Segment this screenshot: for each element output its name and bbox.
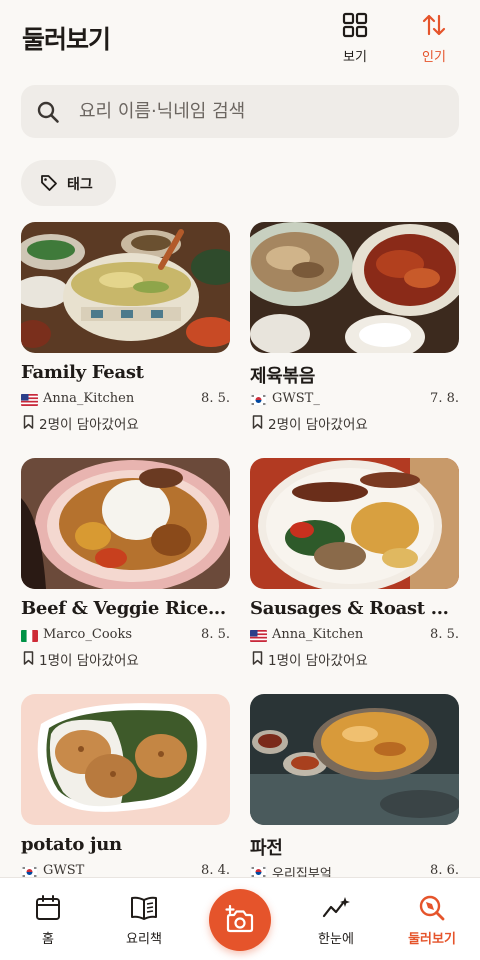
recipe-date: 8. 6.	[430, 863, 459, 878]
recipe-meta: Anna_Kitchen 8. 5.	[21, 391, 230, 409]
recipe-meta: GWST_ 7. 8.	[250, 391, 459, 409]
recipe-title: Sausages & Roast ...	[250, 598, 449, 619]
author-name: Anna_Kitchen	[272, 627, 364, 642]
recipe-meta: Anna_Kitchen 8. 5.	[250, 627, 459, 645]
author-name: GWST	[43, 863, 85, 878]
kr-flag-icon	[250, 394, 267, 406]
recipe-date: 8. 4.	[201, 863, 230, 878]
explore-search-icon	[419, 895, 445, 921]
tab-explore[interactable]: 둘러보기	[392, 894, 472, 947]
recipe-date: 8. 5.	[430, 627, 459, 642]
book-icon	[131, 896, 157, 920]
bookmark-icon	[252, 415, 263, 429]
recipe-card[interactable]: 제육볶음 GWST_ 7. 8. 2명이 담아갔어요	[250, 222, 459, 433]
recipe-card[interactable]: Beef & Veggie Rice... Marco_Cooks 8. 5. …	[21, 458, 230, 669]
recipe-title: potato jun	[21, 834, 122, 855]
recipe-title: Beef & Veggie Rice...	[21, 598, 226, 619]
recipe-photo	[250, 694, 459, 825]
camera-plus-icon	[225, 904, 254, 933]
tab-recipe-book[interactable]: 요리책	[104, 894, 184, 947]
recipe-photo	[250, 458, 459, 589]
tab-overview[interactable]: 한눈에	[296, 894, 376, 947]
saved-count-text: 1명이 담아갔어요	[39, 653, 139, 669]
tab-overview-label: 한눈에	[318, 932, 354, 947]
trend-sparkle-icon	[322, 897, 350, 918]
saved-count-text: 2명이 담아갔어요	[268, 417, 368, 433]
calendar-icon	[36, 895, 60, 920]
bookmark-icon	[252, 651, 263, 665]
author-name: Marco_Cooks	[43, 627, 133, 642]
recipe-meta: Marco_Cooks 8. 5.	[21, 627, 230, 645]
recipe-photo	[250, 222, 459, 353]
recipe-card[interactable]: Sausages & Roast ... Anna_Kitchen 8. 5. …	[250, 458, 459, 669]
author-name: Anna_Kitchen	[43, 391, 135, 406]
recipe-card[interactable]: Family Feast Anna_Kitchen 8. 5. 2명이 담아갔어…	[21, 222, 230, 433]
recipe-title: 파전	[250, 838, 283, 859]
bookmark-icon	[23, 415, 34, 429]
saved-count-text: 1명이 담아갔어요	[268, 653, 368, 669]
recipe-title: Family Feast	[21, 362, 144, 383]
author-name: GWST_	[272, 391, 320, 406]
tab-recipe-book-label: 요리책	[126, 932, 162, 947]
recipe-photo	[21, 694, 230, 825]
bottom-tab-bar: 홈 요리책 한눈에 둘러보기	[0, 877, 480, 960]
recipe-photo	[21, 222, 230, 353]
recipe-title: 제육볶음	[250, 366, 316, 387]
us-flag-icon	[21, 394, 38, 406]
tab-home-label: 홈	[42, 932, 54, 947]
recipe-photo	[21, 458, 230, 589]
recipe-date: 7. 8.	[430, 391, 459, 406]
recipe-date: 8. 5.	[201, 627, 230, 642]
recipe-card[interactable]: potato jun GWST 8. 4.	[21, 694, 230, 878]
bookmark-icon	[23, 651, 34, 665]
us-flag-icon	[250, 630, 267, 642]
tab-explore-label: 둘러보기	[408, 932, 456, 947]
it-flag-icon	[21, 630, 38, 642]
tab-home[interactable]: 홈	[8, 894, 88, 947]
recipe-date: 8. 5.	[201, 391, 230, 406]
add-photo-button[interactable]	[209, 889, 271, 951]
recipe-card[interactable]: 파전 우리집부엌 8. 6.	[250, 694, 459, 882]
saved-count-text: 2명이 담아갔어요	[39, 417, 139, 433]
recipe-grid: Family Feast Anna_Kitchen 8. 5. 2명이 담아갔어…	[0, 0, 480, 882]
